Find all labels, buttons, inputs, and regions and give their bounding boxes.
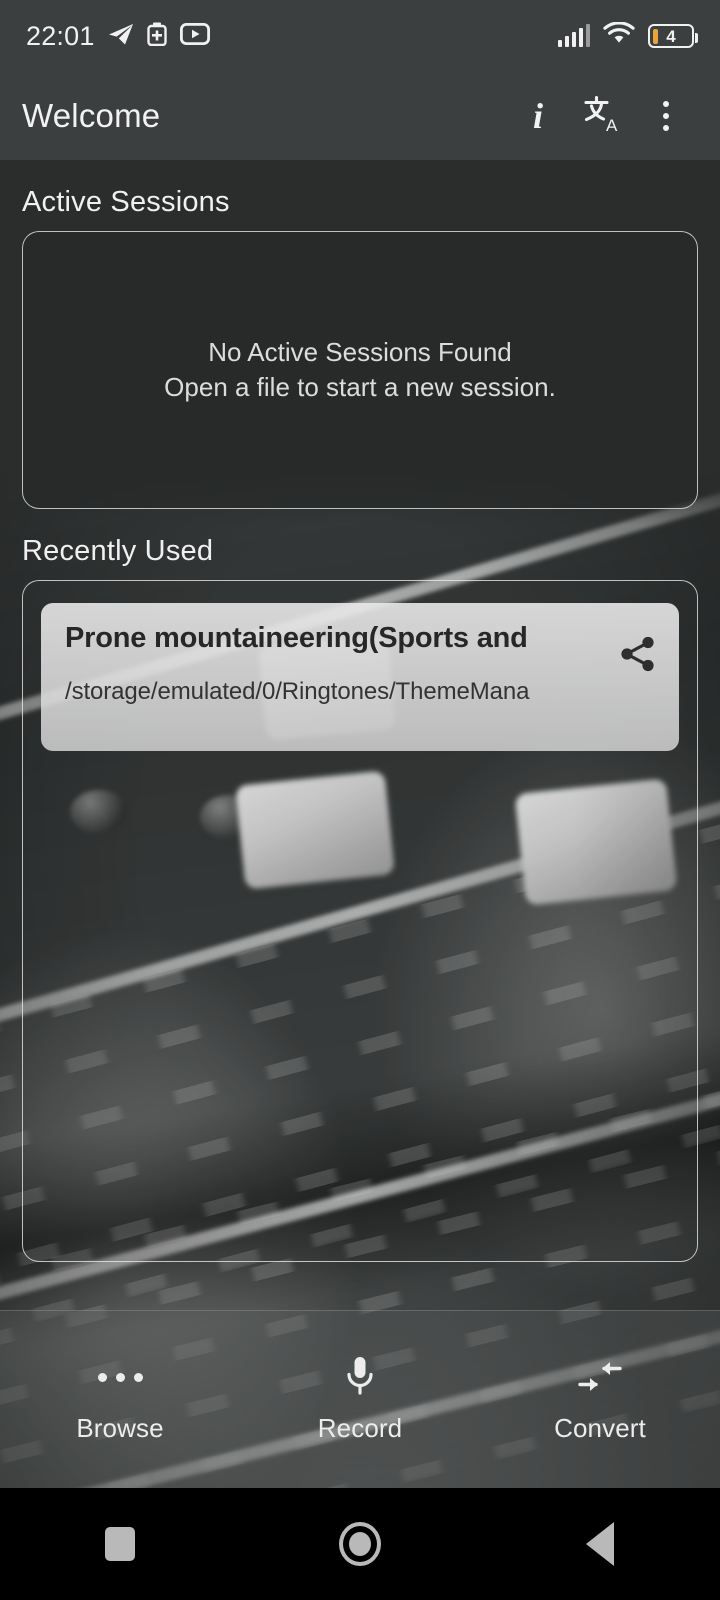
svg-text:A: A (606, 116, 618, 135)
status-clock: 22:01 (26, 20, 95, 51)
page-title: Welcome (22, 97, 161, 134)
active-sessions-card: No Active Sessions Found Open a file to … (22, 231, 698, 509)
bottom-navigation-bar: Browse Record Convert (0, 1310, 720, 1488)
youtube-icon (179, 22, 210, 50)
nav-label-record: Record (317, 1413, 403, 1443)
battery-level: 4 (666, 26, 676, 46)
info-button[interactable]: i (506, 84, 570, 148)
nav-item-browse[interactable]: Browse (0, 1355, 240, 1444)
cellular-signal-icon (557, 24, 590, 47)
nav-label-convert: Convert (554, 1413, 646, 1443)
recents-square-icon (105, 1527, 135, 1561)
phone-screen: 22:01 4 Welcome i A Active Sessions No A… (0, 0, 720, 1600)
wifi-icon (603, 20, 635, 51)
back-triangle-icon (586, 1522, 614, 1566)
recent-file-item[interactable]: Prone mountaineering(Sports and /storage… (41, 603, 679, 751)
convert-arrows-icon (577, 1355, 623, 1399)
home-button[interactable] (240, 1522, 480, 1566)
status-bar-right: 4 (557, 20, 698, 51)
share-icon (621, 636, 654, 672)
microphone-icon (343, 1355, 377, 1399)
share-button[interactable] (611, 627, 665, 681)
main-content: Active Sessions No Active Sessions Found… (0, 160, 720, 1262)
recently-used-heading: Recently Used (22, 535, 214, 567)
info-icon: i (532, 96, 543, 136)
recents-button[interactable] (0, 1527, 240, 1561)
empty-state: No Active Sessions Found Open a file to … (164, 335, 556, 404)
active-sessions-heading: Active Sessions (22, 186, 230, 218)
more-horizontal-icon (97, 1355, 143, 1399)
status-bar-left: 22:01 (26, 21, 210, 52)
recent-file-path: /storage/emulated/0/Ringtones/ThemeMana (65, 678, 530, 706)
empty-state-line-2: Open a file to start a new session. (164, 372, 556, 402)
status-bar: 22:01 4 (0, 0, 720, 72)
telegram-icon (108, 22, 134, 51)
recent-file-title: Prone mountaineering(Sports and (65, 622, 528, 654)
first-aid-icon (146, 22, 167, 51)
recently-used-card: Prone mountaineering(Sports and /storage… (22, 580, 698, 1262)
translate-icon: A (581, 93, 623, 140)
nav-item-record[interactable]: Record (240, 1355, 480, 1444)
app-toolbar: Welcome i A (0, 72, 720, 160)
battery-icon: 4 (648, 24, 698, 48)
translate-button[interactable]: A (570, 84, 634, 148)
home-circle-icon (339, 1522, 381, 1566)
back-button[interactable] (480, 1522, 720, 1566)
system-navigation-bar (0, 1488, 720, 1600)
empty-state-line-1: No Active Sessions Found (208, 337, 512, 368)
nav-label-browse: Browse (76, 1413, 164, 1443)
nav-item-convert[interactable]: Convert (480, 1355, 720, 1444)
overflow-menu-button[interactable] (634, 84, 698, 148)
overflow-menu-icon (663, 101, 669, 131)
